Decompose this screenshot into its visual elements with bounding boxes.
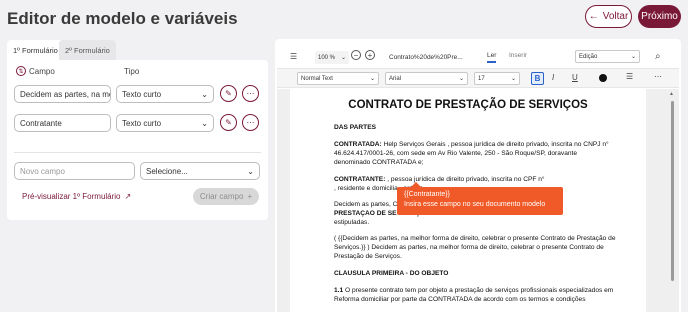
text-color-icon[interactable] bbox=[599, 74, 607, 82]
font-value: Arial bbox=[389, 75, 402, 82]
tab-form-2[interactable]: 2º Formulário bbox=[59, 40, 116, 60]
document-filename: Contrato%20de%20Pre... bbox=[389, 54, 463, 61]
doc-line: Reforma domiciliar por parte da CONTRATA… bbox=[334, 296, 586, 303]
preview-form-link[interactable]: Pré-visualizar 1º Formulário ↗ bbox=[22, 192, 131, 201]
field-name-input[interactable]: Decidem as partes, na me bbox=[14, 85, 111, 103]
font-size-value: 17 bbox=[478, 75, 485, 82]
chevron-down-icon: ⌄ bbox=[510, 76, 516, 82]
edit-field-button[interactable]: ✎ bbox=[220, 114, 237, 131]
field-type-select[interactable]: Texto curto ⌄ bbox=[116, 85, 214, 103]
tooltip-variable: {{Contratante}} bbox=[404, 191, 450, 198]
pencil-icon: ✎ bbox=[225, 89, 232, 98]
doc-line-rest: Help Serviços Gerais , pessoa jurídica d… bbox=[381, 141, 609, 148]
doc-line: CLÁUSULA PRIMEIRA - DO OBJETO bbox=[334, 270, 449, 277]
back-button[interactable]: ← Voltar bbox=[585, 5, 632, 28]
doc-line-lead: 1.1 bbox=[334, 287, 344, 294]
field-type-value: Texto curto bbox=[122, 89, 162, 99]
paragraph-style-value: Normal Text bbox=[301, 75, 333, 82]
plus-icon: + bbox=[247, 192, 253, 201]
doc-line: ( {{Decidem as partes, na melhor forma d… bbox=[334, 235, 616, 242]
chevron-down-icon: ⌄ bbox=[201, 89, 208, 99]
doc-line-lead: CONTRATANTE: bbox=[334, 176, 386, 183]
paragraph-style-select[interactable]: Normal Text ⌄ bbox=[297, 72, 379, 85]
column-campo: Campo bbox=[29, 67, 55, 76]
field-name-input[interactable]: Contratante bbox=[14, 114, 111, 132]
doc-line: CONTRATADA: Help Serviços Gerais , pesso… bbox=[334, 141, 619, 150]
zoom-select[interactable]: 100 % ⌄ bbox=[315, 51, 349, 64]
doc-line: 1.1 O presente contrato tem por objeto a… bbox=[334, 287, 619, 296]
tab-ler[interactable]: Ler bbox=[487, 52, 497, 63]
document-editor: ☰ 100 % ⌄ − + Contrato%20de%20Pre... Ler… bbox=[275, 39, 681, 312]
back-button-label: Voltar bbox=[602, 11, 629, 22]
page-title: Editor de modelo e variáveis bbox=[7, 9, 238, 28]
next-button[interactable]: Próximo bbox=[638, 5, 681, 28]
doc-line: Serviços.}} ) Decidem as partes, na melh… bbox=[334, 244, 604, 251]
new-field-type-placeholder: Selecione... bbox=[146, 166, 188, 176]
create-field-button[interactable]: Criar campo + bbox=[193, 188, 259, 205]
new-field-type-select[interactable]: Selecione... ⌄ bbox=[140, 162, 260, 180]
hamburger-menu-icon[interactable]: ☰ bbox=[290, 52, 297, 61]
underline-icon[interactable]: U bbox=[572, 73, 578, 82]
zoom-out-icon[interactable]: − bbox=[351, 50, 361, 60]
doc-line-rest: O presente contrato tem por objeto a pre… bbox=[343, 287, 614, 294]
arrow-left-icon: ← bbox=[588, 11, 599, 22]
doc-line: Prestação de Serviços. bbox=[334, 253, 402, 260]
doc-line: CONTRATANTE: , pessoa jurídica de direit… bbox=[334, 176, 619, 185]
field-type-select[interactable]: Texto curto ⌄ bbox=[116, 114, 214, 132]
mode-value: Edição bbox=[579, 53, 598, 60]
formatting-toolbar: Normal Text ⌄ Arial ⌄ 17 ⌄ B I U ☰ ⋯ bbox=[277, 68, 679, 88]
search-icon[interactable]: ⌕ bbox=[655, 51, 661, 62]
document-scrollbar[interactable] bbox=[671, 101, 674, 281]
edit-field-button[interactable]: ✎ bbox=[220, 85, 237, 102]
variable-tooltip: {{Contratante}} Insira esse campo no seu… bbox=[397, 182, 563, 215]
zoom-value: 100 % bbox=[318, 54, 336, 61]
scroll-up-icon[interactable]: ▲ bbox=[669, 91, 674, 97]
pencil-icon: ✎ bbox=[225, 118, 232, 127]
more-dots-icon: ⋯ bbox=[246, 118, 255, 127]
chevron-down-icon: ⌄ bbox=[630, 54, 636, 60]
doc-line-lead: CONTRATADA: bbox=[334, 141, 382, 148]
chevron-down-icon: ⌄ bbox=[201, 118, 208, 128]
column-tipo: Tipo bbox=[124, 67, 140, 76]
more-options-icon[interactable]: ⋯ bbox=[654, 72, 662, 81]
zoom-in-icon[interactable]: + bbox=[365, 50, 375, 60]
create-field-label: Criar campo bbox=[199, 192, 244, 201]
form-fields-panel: ⇅ Campo Tipo Decidem as partes, na me Te… bbox=[7, 60, 268, 220]
tab-form-1[interactable]: 1º Formulário bbox=[7, 40, 64, 60]
chevron-down-icon: ⌄ bbox=[340, 55, 346, 61]
external-link-icon: ↗ bbox=[124, 192, 132, 201]
new-field-input[interactable]: Novo campo bbox=[14, 162, 135, 180]
document-title: CONTRATO DE PRESTAÇÃO DE SERVIÇOS bbox=[348, 99, 588, 111]
doc-line: DAS PARTES bbox=[334, 124, 377, 131]
doc-line-rest: , pessoa jurídica de direito privado, in… bbox=[385, 176, 545, 183]
more-options-button[interactable]: ⋯ bbox=[242, 114, 259, 131]
tab-inserir[interactable]: Inserir bbox=[509, 52, 527, 59]
chevron-down-icon: ⌄ bbox=[458, 76, 464, 82]
doc-line: denominado CONTRATADA e; bbox=[334, 159, 424, 166]
font-select[interactable]: Arial ⌄ bbox=[385, 72, 468, 85]
more-dots-icon: ⋯ bbox=[246, 89, 255, 98]
list-icon[interactable]: ☰ bbox=[626, 72, 633, 81]
doc-line: estipuladas. bbox=[334, 219, 370, 226]
bold-icon[interactable]: B bbox=[531, 72, 544, 85]
font-size-select[interactable]: 17 ⌄ bbox=[474, 72, 520, 85]
italic-icon[interactable]: I bbox=[552, 73, 554, 82]
tooltip-message: Insira esse campo no seu documento model… bbox=[404, 201, 546, 208]
doc-line: 46.624.417/0001-26, com sede em Av Rio V… bbox=[334, 150, 578, 157]
divider bbox=[14, 152, 261, 153]
preview-link-label: Pré-visualizar 1º Formulário bbox=[22, 192, 121, 201]
chevron-down-icon: ⌄ bbox=[247, 166, 254, 176]
chevron-down-icon: ⌄ bbox=[369, 76, 375, 82]
field-type-value: Texto curto bbox=[122, 118, 162, 128]
mode-select[interactable]: Edição ⌄ bbox=[575, 50, 640, 63]
more-options-button[interactable]: ⋯ bbox=[242, 85, 259, 102]
sort-icon[interactable]: ⇅ bbox=[16, 66, 26, 76]
